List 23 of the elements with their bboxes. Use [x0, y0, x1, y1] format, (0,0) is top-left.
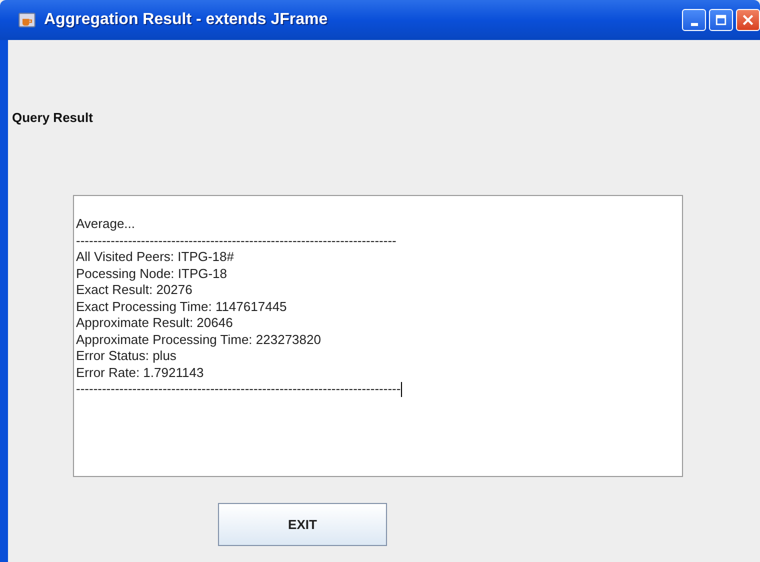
minimize-icon — [690, 22, 698, 26]
close-icon — [741, 13, 755, 27]
result-line: Average... — [76, 216, 136, 232]
section-heading: Query Result — [12, 110, 93, 125]
minimize-button[interactable] — [682, 9, 706, 31]
result-line: -------------------------------------------------------------------------- — [76, 232, 396, 249]
result-line: Exact Processing Time: 1147617445 — [76, 298, 287, 315]
close-button[interactable] — [736, 9, 760, 31]
result-line: Error Rate: 1.7921143 — [76, 364, 204, 381]
result-line: All Visited Peers: ITPG-18# — [76, 249, 234, 266]
result-line: Exact Result: 20276 — [76, 282, 192, 298]
maximize-button[interactable] — [709, 9, 733, 31]
maximize-icon — [714, 13, 728, 27]
exit-button[interactable]: EXIT — [218, 503, 387, 546]
result-text-area[interactable] — [73, 195, 683, 477]
result-line: Pocessing Node: ITPG-18 — [76, 266, 228, 282]
result-line: Error Status: plus — [76, 348, 176, 364]
text-cursor — [400, 382, 402, 397]
window-title: Aggregation Result - extends JFrame — [44, 11, 329, 29]
java-cup-icon — [18, 11, 36, 29]
result-line: Approximate Result: 20646 — [76, 315, 233, 332]
result-line: Approximate Processing Time: 223273820 — [76, 332, 321, 348]
result-line: --------------------------------------------------------------------------- — [76, 381, 401, 398]
